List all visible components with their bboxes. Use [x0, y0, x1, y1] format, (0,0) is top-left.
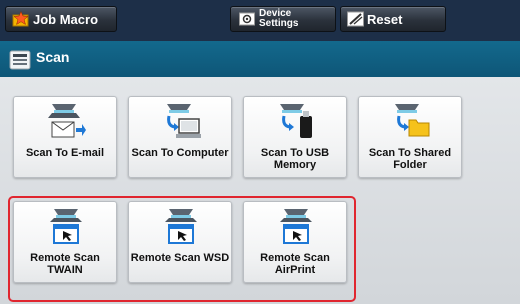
scan-to-shared-folder-tile[interactable]: Scan To Shared Folder: [358, 96, 462, 178]
device-settings-button[interactable]: Device Settings: [230, 6, 336, 32]
title-bar: Scan: [0, 41, 520, 77]
scan-to-usb-icon: [280, 104, 312, 138]
scanner-icon: [9, 50, 31, 70]
device-settings-label: Device Settings: [259, 9, 298, 29]
reset-button[interactable]: Reset: [340, 6, 446, 32]
tile-label-line1: Scan To USB: [260, 147, 330, 159]
scan-to-shared-folder-icon: [395, 104, 430, 137]
scan-to-usb-memory-tile[interactable]: Scan To USB Memory: [243, 96, 347, 178]
tile-label-line2: Folder: [393, 159, 427, 171]
reset-icon: [347, 11, 364, 27]
tile-label-line1: Scan To Shared: [368, 147, 452, 159]
page-title: Scan: [36, 49, 70, 65]
remote-scan-highlight: [8, 196, 356, 302]
tile-label: Scan To Computer: [131, 147, 229, 159]
tile-label: Scan To USB Memory: [244, 147, 346, 171]
job-macro-button[interactable]: Job Macro: [5, 6, 117, 32]
tile-label-line2: Memory: [273, 159, 317, 171]
scan-screen: Job Macro Device Settings Reset Scan Sca…: [0, 0, 520, 304]
tile-label: Scan To Shared Folder: [359, 147, 461, 171]
scan-to-email-icon: [48, 104, 86, 138]
scan-to-computer-tile[interactable]: Scan To Computer: [128, 96, 232, 178]
top-toolbar: Job Macro Device Settings Reset: [0, 0, 520, 41]
scan-to-email-tile[interactable]: Scan To E-mail: [13, 96, 117, 178]
device-settings-line2: Settings: [259, 18, 299, 29]
star-folder-icon: [12, 11, 29, 27]
scan-to-computer-icon: [167, 104, 201, 138]
device-settings-icon: [239, 12, 255, 26]
job-macro-label: Job Macro: [33, 11, 99, 27]
reset-label: Reset: [367, 11, 403, 27]
tile-label: Scan To E-mail: [25, 147, 105, 159]
